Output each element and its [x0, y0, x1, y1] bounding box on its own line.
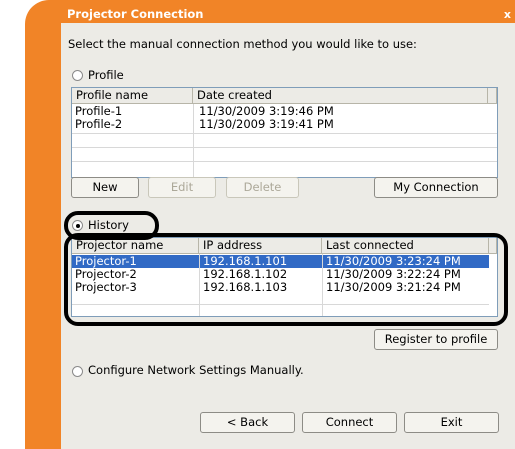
- register-to-profile-button[interactable]: Register to profile: [374, 329, 498, 350]
- profile-grid-h: [72, 161, 497, 162]
- new-button[interactable]: New: [71, 177, 139, 198]
- profile-col-date[interactable]: Date created: [193, 88, 488, 104]
- profile-col-name[interactable]: Profile name: [72, 88, 193, 104]
- close-icon[interactable]: x: [504, 6, 511, 23]
- configure-manually-radio-circle[interactable]: [72, 366, 83, 377]
- list-item[interactable]: Profile-2 11/30/2009 3:19:41 PM: [72, 118, 497, 131]
- my-connection-button[interactable]: My Connection: [374, 177, 498, 198]
- configure-manually-label[interactable]: Configure Network Settings Manually.: [88, 363, 304, 377]
- instruction-text: Select the manual connection method you …: [68, 37, 417, 51]
- profile-col-filler: [488, 88, 497, 104]
- window-title: Projector Connection: [67, 7, 204, 21]
- profile-name: Profile-2: [75, 117, 123, 131]
- profile-grid-h: [72, 147, 497, 148]
- edit-button[interactable]: Edit: [148, 177, 216, 198]
- profile-grid-h: [72, 133, 497, 134]
- exit-button[interactable]: Exit: [404, 412, 499, 433]
- profile-radio-circle[interactable]: [72, 70, 83, 81]
- connect-button[interactable]: Connect: [302, 412, 397, 433]
- dialog-body: Select the manual connection method you …: [61, 23, 515, 449]
- history-list-highlight-ring: [64, 233, 508, 326]
- profile-radio-label[interactable]: Profile: [88, 68, 124, 82]
- back-button[interactable]: < Back: [200, 412, 295, 433]
- title-bar: Projector Connection x: [61, 6, 515, 23]
- delete-button[interactable]: Delete: [226, 177, 299, 198]
- profile-date: 11/30/2009 3:19:41 PM: [199, 117, 334, 131]
- profile-list[interactable]: Profile name Date created Profile-1 11/3…: [71, 87, 498, 178]
